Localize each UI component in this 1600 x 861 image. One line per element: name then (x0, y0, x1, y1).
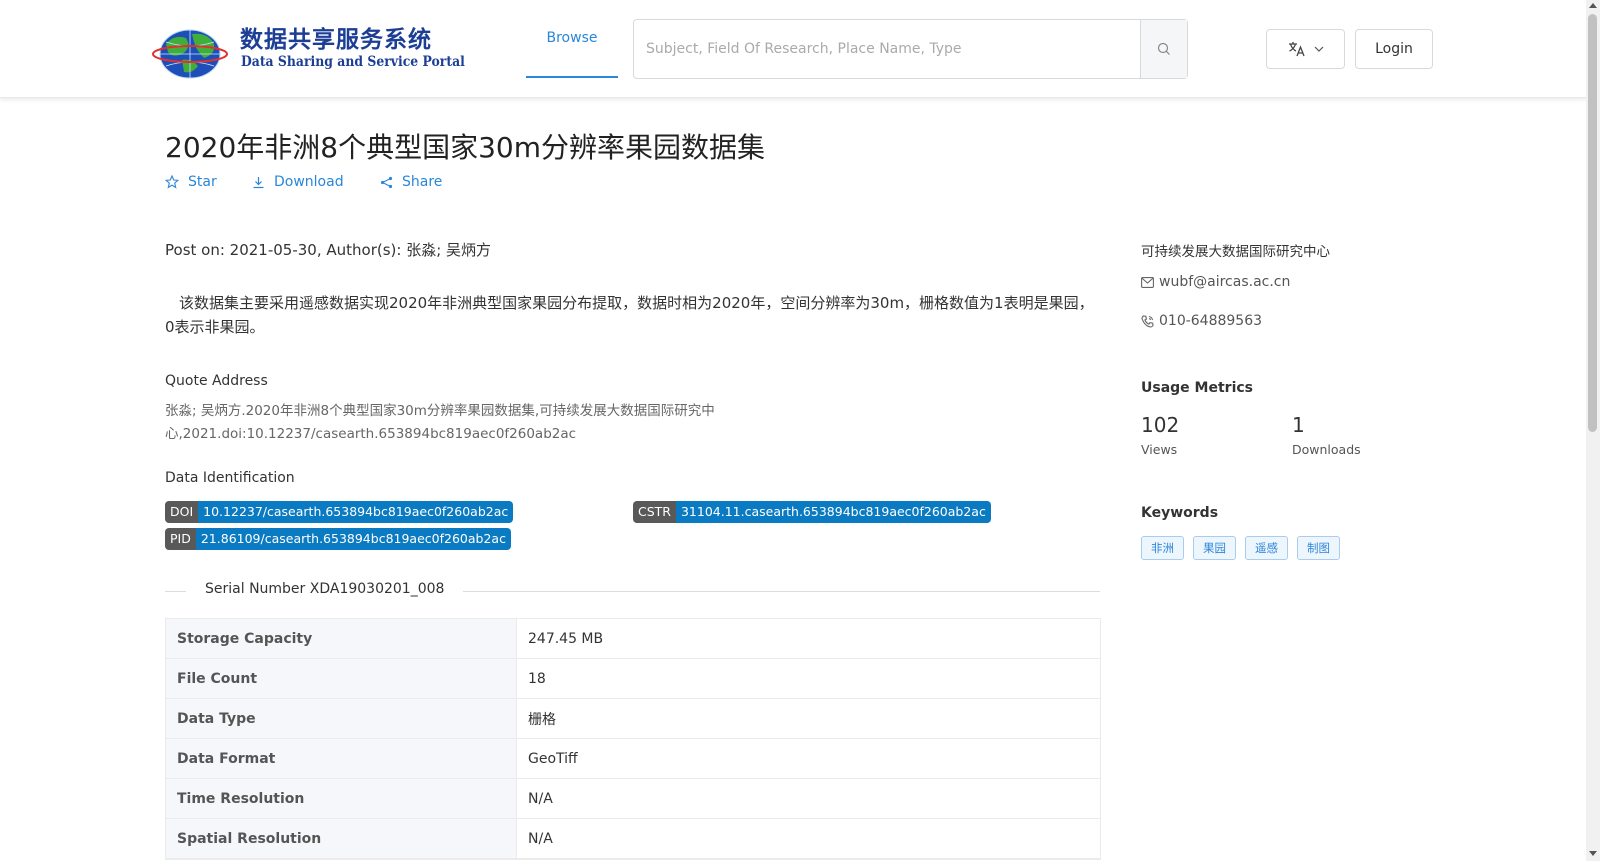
scroll-down-arrow[interactable] (1589, 851, 1597, 856)
top-header: 数据共享服务系统 Data Sharing and Service Portal… (0, 0, 1586, 98)
share-label: Share (402, 174, 443, 190)
download-icon (253, 176, 264, 188)
globe-logo-icon (152, 29, 228, 79)
language-switcher[interactable] (1266, 29, 1345, 69)
pid-value[interactable]: 21.86109/casearth.653894bc819aec0f260ab2… (195, 528, 511, 550)
usage-metrics-title: Usage Metrics (1141, 380, 1253, 396)
table-value: 18 (528, 670, 546, 687)
contact-email[interactable]: wubf@aircas.ac.cn (1141, 274, 1290, 290)
share-button[interactable]: Share (380, 172, 460, 192)
cstr-value[interactable]: 31104.11.casearth.653894bc819aec0f260ab2… (675, 501, 991, 523)
keyword-tag[interactable]: 非洲 (1141, 536, 1184, 560)
logo-english-text: Data Sharing and Service Portal (241, 54, 465, 70)
share-icon (380, 176, 393, 188)
doi-value[interactable]: 10.12237/casearth.653894bc819aec0f260ab2… (198, 501, 514, 523)
table-value: 247.45 MB (528, 630, 604, 647)
search-bar (633, 19, 1188, 79)
organization-name: 可持续发展大数据国际研究中心 (1141, 244, 1330, 260)
doi-badge[interactable]: DOI 10.12237/casearth.653894bc819aec0f26… (165, 501, 514, 523)
phone-icon (1141, 314, 1154, 328)
chevron-down-icon (1314, 46, 1323, 52)
table-key: Data Type (166, 699, 517, 738)
scroll-thumb[interactable] (1588, 14, 1597, 432)
dataset-info-table: Storage Capacity 247.45 MB File Count 18… (165, 618, 1101, 860)
table-value: 栅格 (528, 711, 556, 728)
table-row: File Count 18 (166, 659, 1100, 699)
cstr-key: CSTR (633, 501, 676, 523)
keyword-tag[interactable]: 制图 (1297, 536, 1340, 560)
star-label: Star (188, 174, 217, 190)
translate-icon (1288, 42, 1305, 57)
portal-logo[interactable]: 数据共享服务系统 Data Sharing and Service Portal (152, 16, 465, 80)
login-button[interactable]: Login (1355, 29, 1433, 69)
contact-phone: 010-64889563 (1141, 313, 1262, 329)
table-key: File Count (166, 659, 517, 698)
quote-address-label: Quote Address (165, 373, 268, 389)
keyword-tag[interactable]: 遥感 (1245, 536, 1288, 560)
data-identification-label: Data Identification (165, 470, 295, 486)
doi-key: DOI (165, 501, 199, 523)
star-button[interactable]: Star (165, 172, 225, 192)
mail-icon (1141, 276, 1154, 288)
downloads-label: Downloads (1292, 442, 1361, 457)
table-key: Time Resolution (166, 779, 517, 818)
post-info: Post on: 2021-05-30, Author(s): 张淼; 吴炳方 (165, 241, 492, 259)
table-value: GeoTiff (528, 750, 578, 767)
pid-badge[interactable]: PID 21.86109/casearth.653894bc819aec0f26… (165, 528, 511, 550)
serial-number: Serial Number XDA19030201_008 (186, 581, 464, 597)
keywords-title: Keywords (1141, 505, 1219, 521)
table-row: Data Format GeoTiff (166, 739, 1100, 779)
download-label: Download (274, 174, 344, 190)
table-value: N/A (528, 830, 553, 847)
page-scrollbar[interactable] (1586, 0, 1600, 861)
pid-key: PID (165, 528, 196, 550)
nav-browse-tab[interactable]: Browse (526, 0, 618, 78)
table-value: N/A (528, 790, 553, 807)
cstr-badge[interactable]: CSTR 31104.11.casearth.653894bc819aec0f2… (633, 501, 991, 523)
email-text[interactable]: wubf@aircas.ac.cn (1159, 274, 1290, 290)
search-button[interactable] (1140, 20, 1187, 78)
views-count: 102 (1141, 413, 1180, 437)
logo-chinese-text: 数据共享服务系统 (240, 27, 432, 53)
table-row: Storage Capacity 247.45 MB (166, 619, 1100, 659)
phone-text: 010-64889563 (1159, 313, 1263, 329)
dataset-title: 2020年非洲8个典型国家30m分辨率果园数据集 (165, 131, 765, 164)
table-key: Data Format (166, 739, 517, 778)
dataset-description: 该数据集主要采用遥感数据实现2020年非洲典型国家果园分布提取，数据时相为202… (165, 294, 1094, 336)
table-key: Storage Capacity (166, 619, 517, 658)
search-icon (1157, 42, 1170, 55)
table-row: Data Type 栅格 (166, 699, 1100, 739)
star-icon (165, 175, 179, 189)
views-label: Views (1141, 442, 1178, 457)
keyword-tag[interactable]: 果园 (1193, 536, 1236, 560)
table-row: Spatial Resolution N/A (166, 819, 1100, 859)
quote-address-text: 张淼; 吴炳方.2020年非洲8个典型国家30m分辨率果园数据集,可持续发展大数… (165, 403, 715, 442)
table-row: Time Resolution N/A (166, 779, 1100, 819)
downloads-count: 1 (1292, 413, 1305, 437)
download-button[interactable]: Download (252, 172, 352, 192)
table-key: Spatial Resolution (166, 819, 517, 858)
scroll-up-arrow[interactable] (1589, 3, 1597, 8)
search-input[interactable] (634, 20, 1140, 78)
